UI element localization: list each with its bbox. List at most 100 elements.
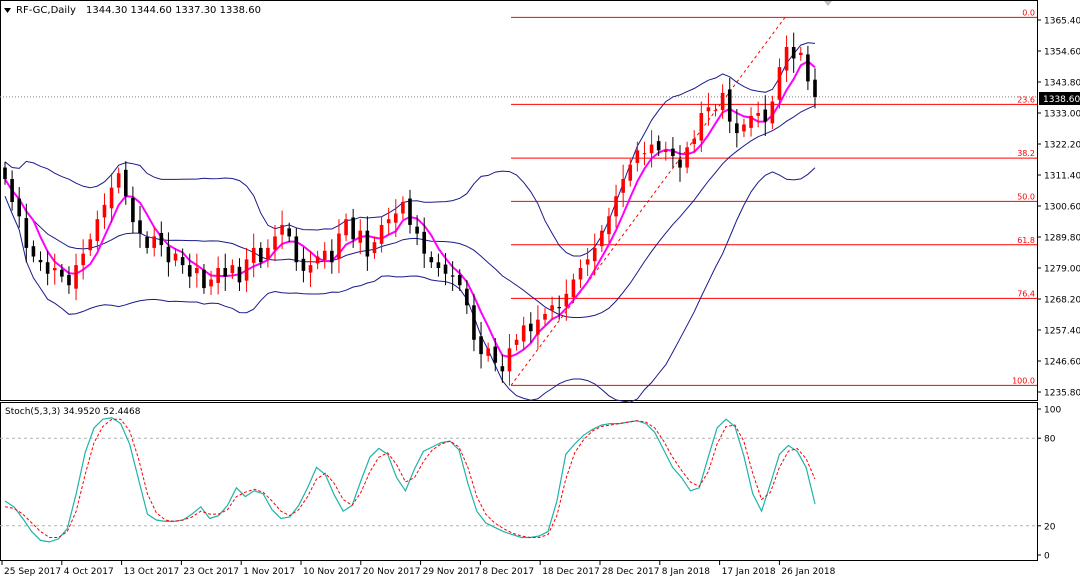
candle-body (770, 101, 775, 124)
candle-body (17, 198, 22, 217)
fib-level-label: 100.0 (1012, 376, 1035, 385)
stoch-tick-label: 20 (1044, 522, 1056, 532)
price-tick-label: 1279.00 (1044, 265, 1080, 275)
candle-body (351, 217, 355, 240)
candle-body (280, 224, 284, 235)
candle-body (465, 288, 469, 306)
candle-body (251, 247, 256, 263)
candle-body (422, 231, 427, 254)
candle-body (258, 247, 263, 263)
candle-body (95, 219, 100, 242)
candle-body (266, 247, 270, 259)
candle-body (408, 198, 412, 225)
date-tick-label: 17 Jan 2018 (722, 567, 776, 577)
fib-level-label: 76.4 (1017, 289, 1035, 298)
date-tick-label: 28 Dec 2017 (602, 567, 660, 577)
date-tick-label: 25 Sep 2017 (4, 567, 61, 577)
candle-body (138, 220, 142, 234)
candle-body (81, 253, 85, 266)
candle-body (379, 224, 384, 244)
candle-body (358, 230, 363, 243)
candle-body (649, 144, 654, 154)
price-tick-label: 1235.80 (1044, 389, 1080, 399)
price-panel-frame (0, 0, 1038, 401)
candle-body (600, 230, 604, 247)
price-tick-label: 1322.20 (1044, 141, 1080, 151)
price-tick-label: 1333.00 (1044, 110, 1080, 120)
candle-body (131, 197, 135, 223)
candle-body (52, 268, 57, 271)
stoch-label: Stoch(5,3,3) 34.9520 52.4468 (5, 407, 141, 417)
candle-body (60, 269, 64, 277)
fib-level-label: 61.8 (1017, 236, 1035, 245)
candle-body (457, 274, 462, 286)
price-tick-label: 1257.40 (1044, 327, 1080, 337)
candle-body (585, 259, 590, 265)
candle-body (727, 89, 732, 122)
candle-body (3, 167, 7, 180)
candle-body (216, 268, 220, 283)
date-tick-label: 4 Oct 2017 (64, 567, 114, 577)
candle-body (209, 279, 213, 287)
candle-body (24, 218, 29, 248)
candle-body (273, 236, 277, 250)
candle-body (116, 173, 121, 188)
chart-header: RF-GC,Daily 1344.30 1344.60 1337.30 1338… (4, 5, 261, 16)
candle-body (564, 293, 569, 307)
candle-body (344, 219, 348, 236)
candle-body (415, 226, 419, 234)
candle-body (294, 236, 299, 263)
current-price-tag: 1338.60 (1039, 92, 1080, 105)
candle-body (578, 268, 583, 280)
candle-body (543, 313, 547, 320)
candle-body (173, 253, 178, 261)
candle-body (443, 264, 448, 274)
candle-body (685, 147, 689, 168)
candle-body (742, 124, 746, 132)
candle-body (557, 307, 562, 309)
candle-body (159, 232, 164, 246)
candle-body (330, 250, 334, 263)
candle-body (621, 179, 625, 193)
candle-body (401, 201, 405, 214)
candle-body (109, 187, 114, 209)
candle-body (528, 323, 533, 332)
candle-body (642, 153, 647, 155)
candle-body (798, 52, 803, 56)
candle-body (479, 336, 483, 355)
candle-body (514, 339, 519, 345)
date-tick-label: 8 Dec 2017 (482, 567, 534, 577)
trading-chart[interactable]: 0.0 23.6 38.2 50.0 61.8 76.4 100.0 1365.40 1354… (0, 0, 1080, 577)
candle-body (10, 179, 14, 202)
candle-body (436, 262, 441, 268)
date-tick-label: 23 Oct 2017 (183, 567, 239, 577)
candle-body (372, 242, 377, 254)
candle-body (308, 265, 313, 273)
date-tick-label: 18 Dec 2017 (542, 567, 600, 577)
candle-body (536, 319, 540, 335)
price-tick-label: 1268.20 (1044, 296, 1080, 306)
candle-body (123, 169, 128, 197)
candle-body (521, 325, 526, 342)
candle-body (393, 213, 398, 223)
candle-body (692, 138, 697, 144)
candle-body (628, 164, 633, 181)
fib-level-label: 0.0 (1022, 8, 1035, 17)
candle-body (486, 348, 490, 356)
candle-body (756, 113, 760, 116)
candle-body (301, 258, 306, 271)
candle-body (813, 79, 817, 97)
candle-body (706, 107, 711, 112)
candle-body (386, 219, 391, 224)
candle-body (237, 266, 242, 283)
fib-level-label: 50.0 (1017, 192, 1035, 201)
candle-body (678, 159, 682, 168)
candle-body (791, 46, 796, 59)
candle-body (67, 274, 71, 286)
price-panel (0, 0, 1038, 401)
ohlc-label: 1344.30 1344.60 1337.30 1338.60 (86, 5, 261, 16)
candle-body (571, 279, 576, 298)
candle-body (656, 141, 661, 151)
candle-body (735, 123, 739, 134)
candle-body (749, 115, 753, 128)
